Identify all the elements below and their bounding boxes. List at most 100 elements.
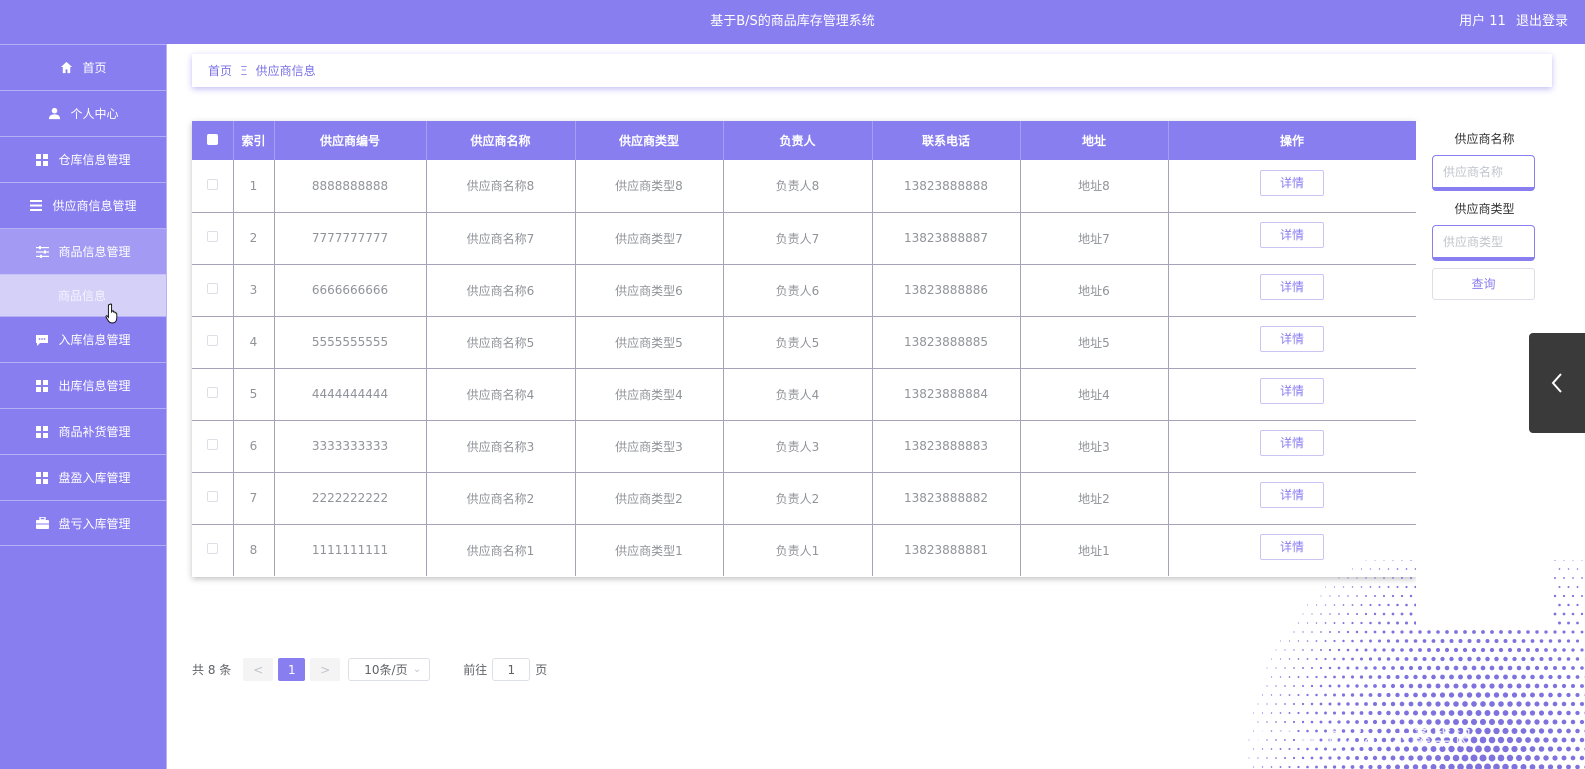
detail-button[interactable]: 详情 (1260, 222, 1324, 248)
detail-button[interactable]: 详情 (1260, 482, 1324, 508)
halftone-dot (1481, 630, 1485, 634)
halftone-dot (1374, 560, 1376, 561)
halftone-dot (1257, 757, 1259, 759)
halftone-dot (1355, 630, 1359, 634)
breadcrumb-home[interactable]: 首页 (208, 62, 232, 79)
sidebar-item-supplier[interactable]: 供应商信息管理 (0, 182, 166, 228)
goto-page-input[interactable] (492, 658, 531, 681)
halftone-dot (1529, 764, 1536, 769)
select-all-header[interactable] (192, 121, 234, 160)
cell-person: 负责人6 (723, 263, 873, 316)
cell-index: 4 (233, 315, 275, 368)
sidebar-item-stock-in[interactable]: 入库信息管理 (0, 316, 166, 362)
drawer-toggle[interactable] (1529, 333, 1585, 433)
app-title: 基于B/S的商品库存管理系统 (710, 14, 875, 29)
detail-button[interactable]: 详情 (1260, 378, 1324, 404)
halftone-dot (1494, 674, 1499, 680)
sidebar-item-profile[interactable]: 个人中心 (0, 90, 166, 136)
sidebar-item-warehouse[interactable]: 仓库信息管理 (0, 136, 166, 182)
sidebar-item-deficit[interactable]: 盘亏入库管理 (0, 500, 166, 546)
cell-address: 地址7 (1020, 211, 1169, 264)
row-select-cell[interactable] (192, 160, 234, 212)
halftone-dot (1444, 683, 1450, 689)
supplier-type-input[interactable] (1432, 225, 1535, 261)
detail-button[interactable]: 详情 (1260, 430, 1324, 456)
cell-action: 详情 (1168, 211, 1417, 264)
halftone-dot (1382, 648, 1386, 652)
sidebar-item-goods[interactable]: 商品信息管理 (0, 228, 166, 274)
sidebar-item-label: 商品补货管理 (58, 425, 131, 439)
sidebar-item-surplus[interactable]: 盘盈入库管理 (0, 454, 166, 500)
halftone-dot (1534, 719, 1540, 725)
row-checkbox[interactable] (206, 283, 218, 294)
halftone-dot (1576, 621, 1579, 625)
supplier-name-input[interactable] (1432, 155, 1535, 191)
halftone-dot (1306, 675, 1309, 679)
halftone-dot (1498, 665, 1504, 671)
halftone-dot (1471, 665, 1477, 671)
cell-name: 供应商名称4 (426, 367, 576, 420)
row-select-cell[interactable] (192, 523, 234, 576)
halftone-dot (1377, 693, 1382, 697)
row-checkbox[interactable] (206, 543, 218, 555)
sidebar-item-restock[interactable]: 商品补货管理 (0, 408, 166, 454)
row-select-cell[interactable] (192, 419, 234, 472)
row-checkbox[interactable] (206, 178, 218, 190)
top-header: 基于B/S的商品库存管理系统 用户 11 退出登录 (0, 0, 1585, 44)
select-all-checkbox[interactable] (206, 133, 218, 145)
sidebar-subitem-goods-info[interactable]: 商品信息 (0, 274, 166, 316)
halftone-dot (1488, 736, 1496, 744)
page-size-select[interactable]: 10条/页 ⌄ (348, 658, 431, 681)
row-select-cell[interactable] (192, 471, 234, 524)
next-page-button[interactable]: > (310, 658, 341, 681)
row-checkbox[interactable] (206, 491, 218, 502)
halftone-dot (1499, 630, 1503, 634)
halftone-dot (1360, 586, 1363, 588)
query-button[interactable]: 查询 (1432, 268, 1535, 300)
row-select-cell[interactable] (192, 367, 234, 420)
halftone-dot (1323, 765, 1328, 769)
halftone-dot (1562, 630, 1566, 634)
halftone-dot (1544, 648, 1548, 652)
halftone-dot (1391, 648, 1395, 652)
halftone-dot (1372, 701, 1378, 707)
row-checkbox[interactable] (206, 231, 218, 242)
halftone-dot (1377, 710, 1382, 716)
halftone-dot (1476, 656, 1481, 662)
goto-page: 前往 页 (463, 658, 547, 681)
row-checkbox[interactable] (206, 387, 218, 398)
halftone-dot (1498, 683, 1504, 689)
halftone-dot (1365, 577, 1367, 579)
prev-page-button[interactable]: < (243, 658, 274, 681)
logout-link[interactable]: 退出登录 (1516, 14, 1568, 29)
halftone-dot (1328, 666, 1332, 670)
halftone-dot (1333, 639, 1336, 643)
row-select-cell[interactable] (192, 211, 234, 264)
row-checkbox[interactable] (206, 439, 218, 450)
halftone-dot (1382, 666, 1386, 670)
halftone-dot (1391, 612, 1395, 616)
halftone-dot (1443, 754, 1451, 762)
row-select-cell[interactable] (192, 315, 234, 368)
halftone-dot (1539, 674, 1544, 680)
detail-button[interactable]: 详情 (1260, 274, 1324, 300)
halftone-dot (1448, 763, 1455, 769)
halftone-dot (1355, 702, 1359, 706)
detail-button[interactable]: 详情 (1260, 326, 1324, 352)
row-select-cell[interactable] (192, 263, 234, 316)
halftone-dot (1462, 683, 1468, 689)
detail-button[interactable]: 详情 (1260, 169, 1324, 196)
sidebar-item-stock-out[interactable]: 出库信息管理 (0, 362, 166, 408)
halftone-dot (1476, 638, 1481, 644)
halftone-dot (1576, 586, 1579, 588)
halftone-dot (1548, 674, 1553, 680)
row-checkbox[interactable] (206, 335, 218, 346)
sidebar-item-home[interactable]: 首页 (0, 44, 166, 90)
user-label[interactable]: 用户 11 (1459, 14, 1506, 29)
halftone-dot (1374, 595, 1376, 597)
page-number-button[interactable]: 1 (278, 658, 306, 681)
sidebar: 首页 个人中心 仓库信息管理 供应商信息管理 商品信息管理 商品信息 入库信息管… (0, 44, 167, 769)
detail-button[interactable]: 详情 (1260, 534, 1324, 561)
halftone-dot (1404, 710, 1409, 716)
halftone-dot (1409, 630, 1413, 634)
